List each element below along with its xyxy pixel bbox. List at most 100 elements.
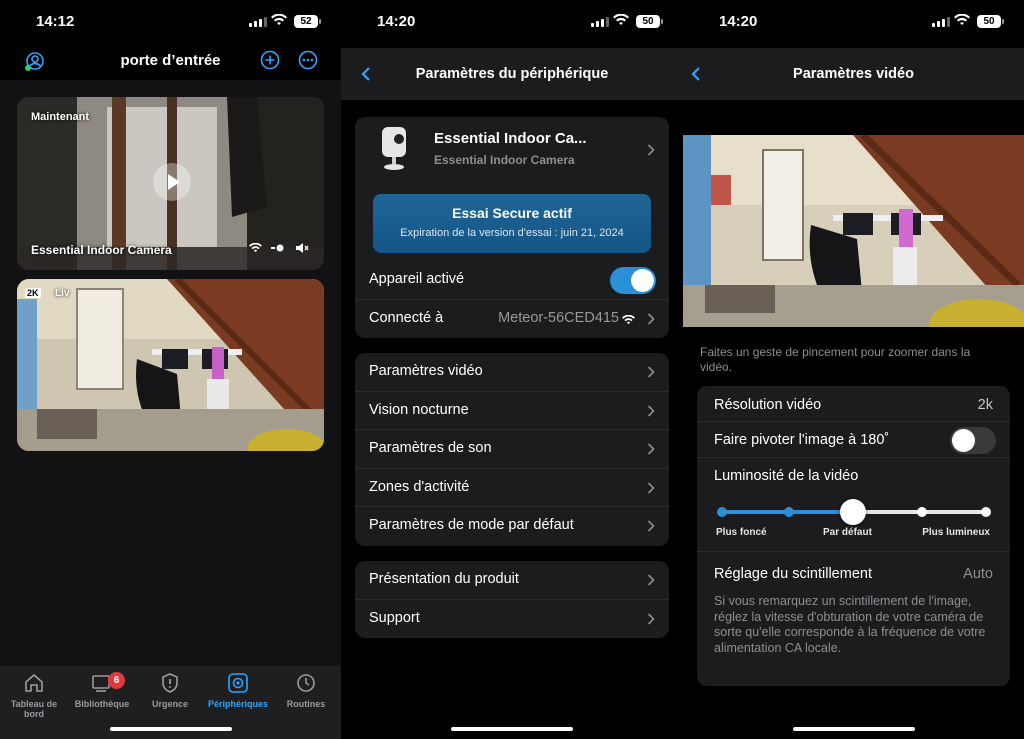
menu-item-label: Présentation du produit bbox=[369, 571, 519, 587]
camera-device-icon bbox=[382, 127, 406, 170]
rotate-toggle[interactable] bbox=[950, 427, 996, 454]
menu-item-label: Paramètres de son bbox=[369, 440, 492, 457]
battery-icon: 50 bbox=[636, 15, 663, 28]
nav-bar: Paramètres vidéo bbox=[683, 48, 1024, 100]
slider-step bbox=[717, 507, 727, 517]
slider-step bbox=[917, 507, 927, 517]
slider-step bbox=[981, 507, 991, 517]
network-name: Meteor-56CED415 bbox=[498, 310, 619, 326]
status-time: 14:20 bbox=[719, 13, 758, 30]
menu-item-night-vision[interactable]: Vision nocturne bbox=[355, 392, 669, 431]
signal-icon bbox=[249, 17, 267, 27]
device-model: Essential Indoor Camera bbox=[434, 153, 575, 167]
tab-dashboard[interactable]: Tableau de bord bbox=[0, 672, 68, 719]
notification-badge: 6 bbox=[108, 672, 125, 689]
screen-device-settings: 14:20 50 Paramètres du périphérique Esse… bbox=[341, 0, 683, 739]
wifi-icon bbox=[271, 14, 287, 25]
brightness-max-label: Plus lumineux bbox=[922, 527, 990, 538]
play-button[interactable] bbox=[153, 163, 191, 201]
camera-name: Essential Indoor Camera bbox=[31, 243, 172, 257]
device-enabled-toggle[interactable] bbox=[610, 267, 656, 294]
signal-icon bbox=[932, 17, 950, 27]
speaker-muted-icon[interactable] bbox=[295, 242, 309, 254]
wifi-icon bbox=[954, 14, 970, 25]
tab-library[interactable]: 6 Bibliothèque bbox=[68, 672, 136, 709]
chevron-right-icon bbox=[647, 574, 655, 586]
device-enabled-row: Appareil activé bbox=[355, 261, 669, 300]
brightness-label: Luminosité de la vidéo bbox=[714, 468, 859, 484]
menu-item-support[interactable]: Support bbox=[355, 600, 669, 639]
screen-camera-feed: 14:12 52 porte d’entrée Maintenant Essen… bbox=[0, 0, 341, 739]
menu-item-video-settings[interactable]: Paramètres vidéo bbox=[355, 353, 669, 392]
chevron-right-icon bbox=[647, 405, 655, 417]
header: porte d’entrée bbox=[0, 44, 341, 80]
secure-trial-banner[interactable]: Essai Secure actif Expiration de la vers… bbox=[373, 194, 651, 253]
status-bar: 14:20 50 bbox=[683, 0, 1024, 44]
connected-row[interactable]: Connecté à Meteor-56CED415 bbox=[355, 300, 669, 338]
chevron-right-icon bbox=[647, 313, 655, 325]
chevron-right-icon bbox=[647, 366, 655, 378]
wifi-icon bbox=[622, 315, 635, 325]
connected-label: Connecté à bbox=[369, 310, 444, 326]
room-live-view bbox=[17, 279, 324, 451]
routine-icon bbox=[297, 674, 315, 692]
signal-icon bbox=[591, 17, 609, 27]
menu-item-label: Zones d'activité bbox=[369, 478, 470, 495]
brightness-slider[interactable] bbox=[717, 499, 991, 525]
camera-card-live[interactable]: 2K Liv bbox=[17, 279, 324, 451]
resolution-row[interactable]: Résolution vidéo 2k bbox=[697, 386, 1010, 422]
tab-devices[interactable]: Périphériques bbox=[204, 672, 272, 709]
page-title: Paramètres du périphérique bbox=[415, 66, 609, 82]
status-time: 14:12 bbox=[36, 13, 75, 30]
tab-label: Urgence bbox=[151, 699, 188, 709]
quality-badge: 2K bbox=[25, 288, 41, 298]
home-indicator bbox=[451, 727, 573, 731]
device-name: Essential Indoor Ca... bbox=[434, 130, 587, 147]
flicker-row[interactable]: Réglage du scintillement Auto Si vous re… bbox=[697, 552, 1010, 686]
tab-label: Bibliothèque bbox=[74, 699, 130, 709]
device-card: Essential Indoor Ca... Essential Indoor … bbox=[355, 117, 669, 338]
chevron-right-icon bbox=[647, 482, 655, 494]
menu-item-label: Support bbox=[369, 609, 420, 626]
tab-label: Tableau de bord bbox=[10, 699, 58, 719]
status-bar: 14:12 52 bbox=[0, 0, 341, 44]
resolution-value: 2k bbox=[977, 397, 993, 413]
more-options-icon[interactable] bbox=[298, 50, 318, 70]
add-icon[interactable] bbox=[260, 50, 280, 70]
screen-video-settings: 14:20 50 Paramètres vidéo Faites un gest… bbox=[683, 0, 1024, 739]
tab-emergency[interactable]: Urgence bbox=[136, 672, 204, 709]
menu-item-label: Paramètres de mode par défaut bbox=[369, 517, 574, 534]
settings-menu: Paramètres vidéo Vision nocturne Paramèt… bbox=[355, 353, 669, 546]
menu-item-default-mode[interactable]: Paramètres de mode par défaut bbox=[355, 507, 669, 546]
page-title: Paramètres vidéo bbox=[793, 66, 914, 82]
brightness-slider-knob[interactable] bbox=[840, 499, 866, 525]
resolution-label: Résolution vidéo bbox=[714, 397, 822, 413]
brightness-min-label: Plus foncé bbox=[716, 527, 767, 538]
video-preview[interactable] bbox=[683, 135, 1024, 327]
chevron-right-icon bbox=[647, 144, 655, 156]
tab-label: Périphériques bbox=[207, 699, 269, 709]
menu-item-product-overview[interactable]: Présentation du produit bbox=[355, 561, 669, 600]
info-menu: Présentation du produit Support bbox=[355, 561, 669, 639]
battery-icon: 52 bbox=[294, 15, 321, 28]
tab-routines[interactable]: Routines bbox=[272, 672, 340, 709]
device-summary[interactable]: Essential Indoor Ca... Essential Indoor … bbox=[355, 117, 669, 177]
menu-item-sound-settings[interactable]: Paramètres de son bbox=[355, 430, 669, 469]
tab-label: Routines bbox=[286, 699, 326, 709]
chevron-right-icon bbox=[647, 520, 655, 532]
zoom-hint: Faites un geste de pincement pour zoomer… bbox=[700, 345, 971, 374]
menu-item-label: Vision nocturne bbox=[369, 401, 469, 418]
brightness-default-label: Par défaut bbox=[823, 527, 872, 538]
camera-card-front-door[interactable]: Maintenant Essential Indoor Camera bbox=[17, 97, 324, 270]
flicker-value: Auto bbox=[963, 566, 993, 582]
tab-bar: Tableau de bord 6 Bibliothèque Urgence P… bbox=[0, 666, 341, 739]
menu-item-activity-zones[interactable]: Zones d'activité bbox=[355, 469, 669, 508]
flicker-label: Réglage du scintillement bbox=[714, 566, 872, 582]
home-indicator bbox=[792, 727, 915, 731]
snapshot-time-label: Maintenant bbox=[31, 111, 90, 123]
home-indicator bbox=[109, 727, 232, 731]
live-label: Liv bbox=[55, 288, 70, 299]
video-settings-card: Résolution vidéo 2k Faire pivoter l'imag… bbox=[697, 386, 1010, 686]
shield-icon bbox=[162, 673, 178, 693]
slider-step bbox=[784, 507, 794, 517]
